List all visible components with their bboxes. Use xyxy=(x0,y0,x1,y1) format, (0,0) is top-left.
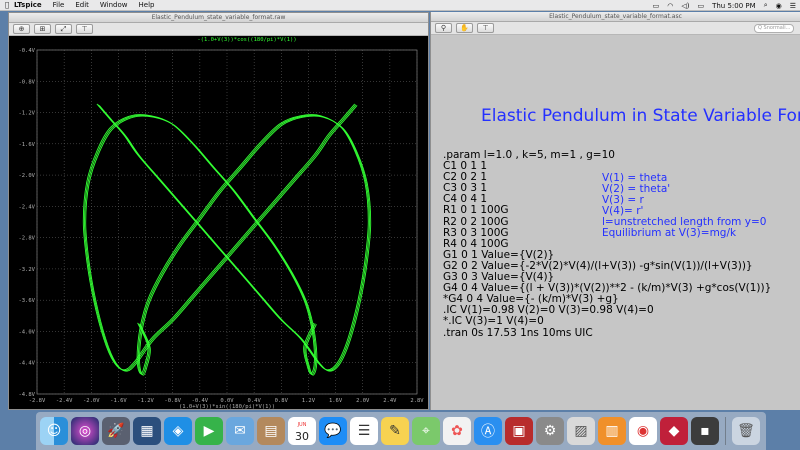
app2-icon[interactable]: ▪ xyxy=(691,417,719,445)
notes-icon[interactable]: ▤ xyxy=(257,417,285,445)
wifi-icon[interactable]: ◠ xyxy=(667,2,673,10)
zoom-tool-button[interactable]: ⊕ xyxy=(13,24,30,34)
schematic-heading: Elastic Pendulum in State Variable Forma xyxy=(481,106,800,126)
chrome-icon[interactable]: ◉ xyxy=(629,417,657,445)
books-icon[interactable]: ▥ xyxy=(598,417,626,445)
netlist-line: .tran 0s 17.53 1ns 10ms UIC xyxy=(443,326,593,339)
x-tick-label: 2.0V xyxy=(356,398,370,404)
app-icon[interactable]: ◆ xyxy=(660,417,688,445)
x-tick-label: 1.2V xyxy=(302,398,316,404)
y-tick-label: -3.6V xyxy=(18,298,35,304)
siri-icon[interactable]: ◎ xyxy=(71,417,99,445)
pan-tool-button[interactable]: ⤢ xyxy=(55,24,72,34)
battery-icon[interactable]: ▭ xyxy=(697,2,704,10)
menu-help[interactable]: Help xyxy=(139,1,155,9)
messages-icon[interactable]: 💬 xyxy=(319,417,347,445)
app-store-icon[interactable]: Ⓐ xyxy=(474,417,502,445)
safari-icon[interactable]: ◈ xyxy=(164,417,192,445)
y-tick-label: -4.0V xyxy=(18,329,35,335)
schematic-toolbar: ⚲ ✋ ⊤ xyxy=(431,22,800,35)
zoom-fit-button[interactable]: ⊞ xyxy=(34,24,51,34)
y-tick-label: -1.6V xyxy=(18,142,35,148)
dock: ☺ ◎ 🚀 ▦ ◈ ▶ ✉ ▤ JUN 30 💬 ☰ ✎ ⌖ ✿ Ⓐ ▣ ⚙ ▨… xyxy=(36,412,766,450)
x-tick-label: 1.6V xyxy=(329,398,343,404)
notification-center-icon[interactable]: ☰ xyxy=(790,2,796,10)
menu-edit[interactable]: Edit xyxy=(75,1,89,9)
waveform-plot[interactable]: -2.8V -2.4V -2.0V -1.6V -1.2V -0.8V -0.4V 0.0V 0… xyxy=(9,36,428,409)
x-tick-label: -1.2V xyxy=(137,398,154,404)
probe-button[interactable]: ⊤ xyxy=(477,23,494,33)
search-input[interactable]: Q Snormali... xyxy=(754,24,794,33)
dock-separator xyxy=(725,417,726,445)
menu-window[interactable]: Window xyxy=(100,1,128,9)
menu-bar-status: ▭ ◠ ◁) ▭ Thu 5:00 PM ⌕ ◉ ☰ xyxy=(653,0,796,11)
clock[interactable]: Thu 5:00 PM xyxy=(712,2,756,10)
schematic-notes[interactable]: V(1) = theta V(2) = theta' V(3) = r V(4)= r… xyxy=(602,172,766,240)
y-tick-label: -3.2V xyxy=(18,267,35,273)
run-button[interactable]: ⚲ xyxy=(435,23,452,33)
menu-bar:  LTspice File Edit Window Help ▭ ◠ ◁) ▭… xyxy=(0,0,800,11)
notes-app-icon[interactable]: ✎ xyxy=(381,417,409,445)
photos-icon[interactable]: ✿ xyxy=(443,417,471,445)
note-line: Equilibrium at V(3)=mg/k xyxy=(602,227,737,240)
y-tick-label: -1.2V xyxy=(18,111,35,117)
launchpad-icon[interactable]: 🚀 xyxy=(102,417,130,445)
spotlight-icon[interactable]: ⌕ xyxy=(764,1,768,10)
waveform-toolbar: ⊕ ⊞ ⤢ ⊤ xyxy=(9,23,428,36)
netlist-line: *.IC V(3)=1 V(4)=0 xyxy=(443,315,544,328)
waveform-window: Elastic_Pendulum_state_variable_format.r… xyxy=(8,12,429,410)
trace-label-top: -(1.0+V(3))*cos((180/pi)*V(1)) xyxy=(197,37,296,43)
finder-icon[interactable]: ☺ xyxy=(40,417,68,445)
x-tick-label: 2.8V xyxy=(410,398,424,404)
maps-icon[interactable]: ⌖ xyxy=(412,417,440,445)
airplay-icon[interactable]: ▭ xyxy=(653,2,660,10)
system-preferences-icon[interactable]: ⚙ xyxy=(536,417,564,445)
waveform-plot-area[interactable]: -2.8V -2.4V -2.0V -1.6V -1.2V -0.8V -0.4V 0.0V 0… xyxy=(9,36,428,409)
photo-booth-icon[interactable]: ▣ xyxy=(505,417,533,445)
y-tick-label: -4.4V xyxy=(18,361,35,367)
y-tick-label: -4.8V xyxy=(18,392,35,398)
trace-line-0 xyxy=(96,103,369,375)
trace-label-bottom: (1.0+V(3))*sin((180/pi)*V(1)) xyxy=(179,404,275,409)
waveform-window-title: Elastic_Pendulum_state_variable_format.r… xyxy=(151,14,286,21)
siri-menu-icon[interactable]: ◉ xyxy=(776,2,782,10)
ltspice-icon[interactable]: ▦ xyxy=(133,417,161,445)
calendar-day: 30 xyxy=(295,430,309,443)
waveform-window-titlebar[interactable]: Elastic_Pendulum_state_variable_format.r… xyxy=(9,13,428,23)
y-tick-label: -2.0V xyxy=(18,173,35,179)
facetime-icon[interactable]: ▶ xyxy=(195,417,223,445)
schematic-window-title: Elastic_Pendulum_state_variable_format.a… xyxy=(549,13,682,20)
netlist-line: .param l=1.0 , k=5, m=1 , g=10 xyxy=(443,149,615,161)
y-tick-label: -0.4V xyxy=(18,48,35,54)
preview-icon[interactable]: ▨ xyxy=(567,417,595,445)
schematic-window-titlebar[interactable]: Elastic_Pendulum_state_variable_format.a… xyxy=(431,12,800,22)
x-tick-label: 2.4V xyxy=(383,398,397,404)
x-tick-label: -2.0V xyxy=(83,398,100,404)
x-tick-label: -2.8V xyxy=(29,398,46,404)
x-tick-label: -2.4V xyxy=(56,398,73,404)
netlist-line: C1 0 1 1 xyxy=(443,160,488,173)
y-tick-label: -2.4V xyxy=(18,204,35,210)
halt-button[interactable]: ✋ xyxy=(456,23,473,33)
menu-app-ltspice[interactable]: LTspice xyxy=(14,1,42,9)
x-tick-label: -1.6V xyxy=(110,398,127,404)
y-tick-label: -0.8V xyxy=(18,79,35,85)
probe-tool-button[interactable]: ⊤ xyxy=(76,24,93,34)
y-tick-label: -2.8V xyxy=(18,236,35,242)
volume-icon[interactable]: ◁) xyxy=(681,2,689,10)
reminders-icon[interactable]: ☰ xyxy=(350,417,378,445)
trace-line-1 xyxy=(85,105,358,376)
schematic-window: Elastic_Pendulum_state_variable_format.a… xyxy=(430,12,800,410)
calendar-icon[interactable]: JUN 30 xyxy=(288,417,316,445)
apple-menu-icon[interactable]:  xyxy=(0,1,14,9)
trash-icon[interactable]: 🗑 xyxy=(732,417,760,445)
x-tick-label: 0.8V xyxy=(275,398,289,404)
mail-icon[interactable]: ✉ xyxy=(226,417,254,445)
menu-file[interactable]: File xyxy=(53,1,65,9)
